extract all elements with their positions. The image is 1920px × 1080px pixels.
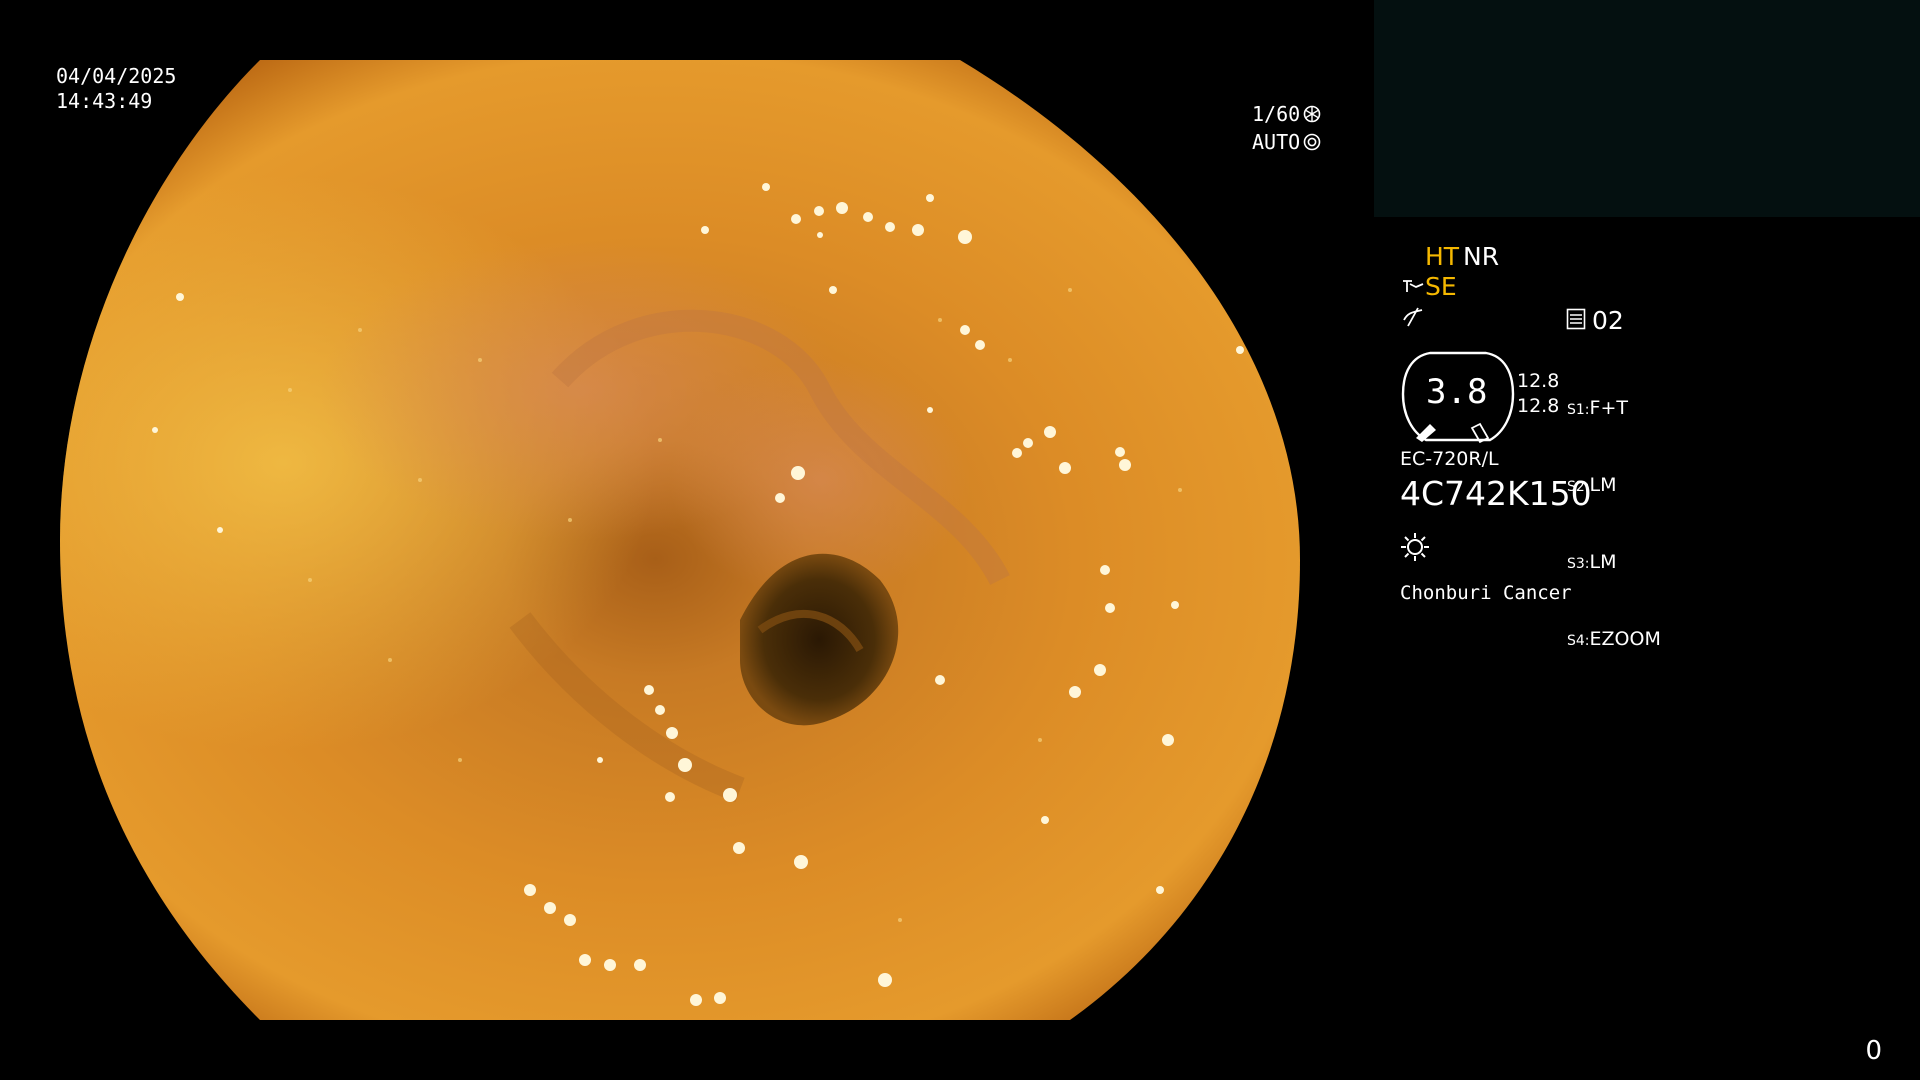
scope-model: EC-720R/L — [1400, 448, 1499, 470]
switch-label: S4 — [1567, 633, 1585, 649]
exposure-settings: 1/60 AUTO — [1252, 100, 1321, 156]
gauge-value: 3.8 — [1426, 372, 1488, 412]
iris-mode: AUTO — [1252, 130, 1301, 154]
nr-indicator: NR — [1463, 242, 1500, 271]
switch-value: LM — [1589, 474, 1617, 496]
shutter-icon — [1303, 105, 1321, 123]
ht-indicator: HT — [1425, 242, 1460, 271]
scope-serial: 4C742K150 — [1400, 474, 1592, 513]
switch-label: S3 — [1567, 556, 1585, 572]
structure-enhance-icon — [1403, 280, 1424, 292]
switch-row: S1:F+T — [1567, 397, 1628, 419]
color-tone-icon — [1403, 307, 1423, 327]
exam-date: 04/04/2025 — [56, 64, 177, 88]
memory-value: 02 — [1592, 306, 1624, 335]
switch-row: S4:EZOOM — [1567, 628, 1661, 650]
shutter-speed: 1/60 — [1252, 102, 1301, 126]
switch-value: F+T — [1589, 397, 1628, 419]
processor-info-panel: HT NR SE 02 3.8 12.8 12.8 S1:F+T S2:LM S… — [1400, 240, 1900, 650]
light-source-icon — [1401, 533, 1429, 561]
memory-icon — [1566, 308, 1586, 330]
scale-bottom: 12.8 — [1517, 395, 1560, 417]
frame-counter: 0 — [1865, 1036, 1882, 1066]
iris-icon — [1303, 133, 1321, 151]
scale-top: 12.8 — [1517, 370, 1560, 392]
switch-assignments: S1:F+T S2:LM S3:LM S4:EZOOM — [1567, 346, 1661, 704]
facility-name: Chonburi Cancer — [1400, 582, 1572, 604]
switch-row: S3:LM — [1567, 551, 1617, 573]
colon-lumen-image — [60, 60, 1300, 1020]
switch-value: LM — [1589, 551, 1617, 573]
endoscope-live-view — [60, 60, 1300, 1020]
switch-label: S1 — [1567, 402, 1585, 418]
se-indicator: SE — [1425, 272, 1457, 301]
switch-value: EZOOM — [1589, 628, 1661, 650]
exam-datetime: 04/04/2025 14:43:49 — [56, 64, 176, 114]
exam-time: 14:43:49 — [56, 89, 153, 113]
thumbnail-panel — [1374, 0, 1920, 217]
